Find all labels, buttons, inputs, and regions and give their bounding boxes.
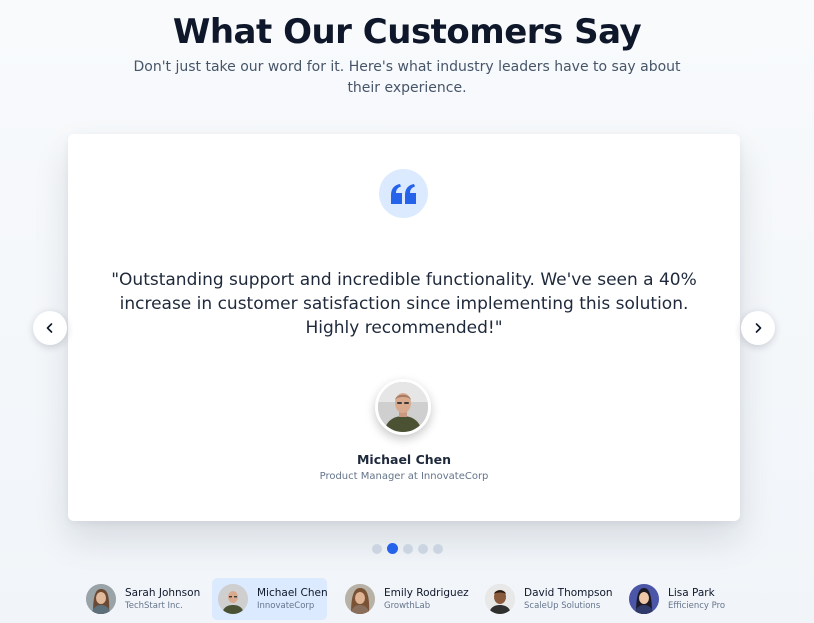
- chevron-left-icon: [46, 323, 53, 333]
- customer-company: TechStart Inc.: [125, 601, 183, 611]
- customer-selector: Sarah Johnson TechStart Inc. Michael Che…: [0, 578, 814, 620]
- pagination-dot-1[interactable]: [371, 543, 382, 554]
- customer-name: Emily Rodriguez: [384, 587, 469, 599]
- quote-icon: [379, 169, 428, 218]
- customer-company: InnovateCorp: [257, 601, 315, 611]
- customer-thumb-lisa-park[interactable]: Lisa Park Efficiency Pro: [623, 578, 731, 620]
- customer-name: David Thompson: [524, 587, 613, 599]
- customer-thumb-david-thompson[interactable]: David Thompson ScaleUp Solutions: [479, 578, 619, 620]
- avatar: [345, 584, 375, 614]
- section-title: What Our Customers Say: [172, 12, 642, 52]
- customer-thumb-emily-rodriguez[interactable]: Emily Rodriguez GrowthLab: [339, 578, 475, 620]
- customer-thumb-michael-chen[interactable]: Michael Chen InnovateCorp: [212, 578, 328, 620]
- pagination-dot-3[interactable]: [402, 543, 413, 554]
- pagination-dot-5[interactable]: [432, 543, 443, 554]
- avatar: [485, 584, 515, 614]
- customer-thumb-sarah-johnson[interactable]: Sarah Johnson TechStart Inc.: [80, 578, 206, 620]
- pagination-dots: [0, 543, 814, 554]
- customer-name: Sarah Johnson: [125, 587, 201, 599]
- chevron-right-icon: [755, 323, 762, 333]
- author-avatar: [375, 379, 431, 435]
- author-name: Michael Chen: [356, 452, 452, 467]
- customer-company: Efficiency Pro: [668, 601, 726, 611]
- section-subtitle: Don't just take our word for it. Here's …: [133, 59, 681, 96]
- previous-button[interactable]: [33, 311, 67, 345]
- testimonial-quote: "Outstanding support and incredible func…: [111, 270, 697, 338]
- next-button[interactable]: [741, 311, 775, 345]
- avatar: [86, 584, 116, 614]
- pagination-dot-2[interactable]: [386, 543, 398, 554]
- author-role: Product Manager at InnovateCorp: [319, 471, 489, 482]
- avatar: [629, 584, 659, 614]
- avatar: [218, 584, 248, 614]
- customer-name: Michael Chen: [257, 587, 328, 599]
- testimonial-card: "Outstanding support and incredible func…: [68, 134, 740, 521]
- customer-name: Lisa Park: [668, 587, 715, 599]
- customer-company: ScaleUp Solutions: [524, 601, 601, 611]
- pagination-dot-4[interactable]: [417, 543, 428, 554]
- customer-company: GrowthLab: [384, 601, 431, 611]
